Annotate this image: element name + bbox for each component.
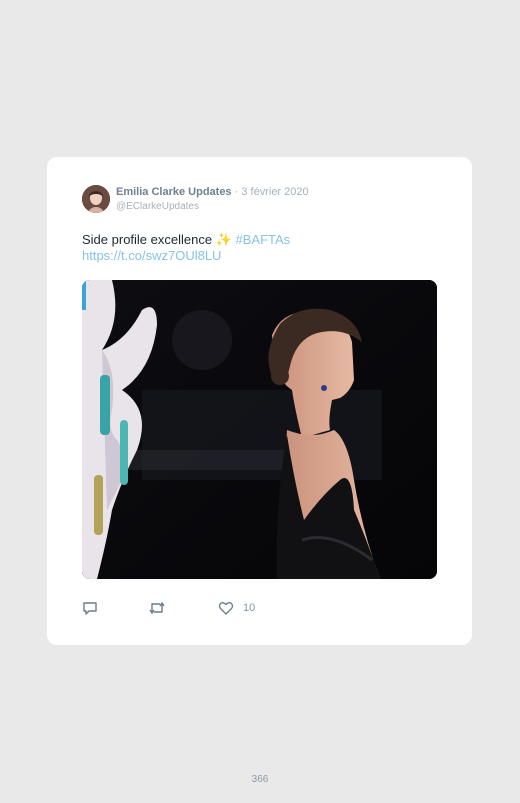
tweet-photo[interactable]: [82, 280, 437, 579]
hashtag-link[interactable]: #BAFTAs: [236, 232, 291, 247]
reply-icon: [83, 602, 97, 615]
sparkles-icon: ✨: [215, 232, 232, 247]
tweet-url-link[interactable]: https://t.co/swz7OUl8LU: [82, 248, 221, 263]
avatar[interactable]: [82, 185, 110, 213]
tweet-body: Side profile excellence: [82, 232, 213, 247]
author-row: Emilia Clarke Updates · 3 février 2020: [116, 186, 309, 198]
tweet-date[interactable]: 3 février 2020: [241, 186, 308, 198]
tweet-card: Emilia Clarke Updates · 3 février 2020 @…: [47, 157, 472, 645]
avatar-image: [82, 185, 110, 213]
retweet-icon: [149, 601, 165, 615]
like-count: 10: [243, 602, 256, 614]
red-carpet-photo: [82, 280, 437, 579]
heart-icon: [218, 602, 234, 615]
retweet-button[interactable]: [148, 599, 166, 617]
page-number: 366: [251, 774, 269, 785]
author-name[interactable]: Emilia Clarke Updates: [116, 186, 232, 198]
like-button[interactable]: 10: [218, 599, 255, 617]
date-separator: ·: [234, 186, 239, 198]
reply-button[interactable]: [82, 599, 98, 617]
tweet-text: Side profile excellence ✨ #BAFTAs https:…: [82, 232, 442, 264]
author-handle[interactable]: @EClarkeUpdates: [116, 201, 199, 212]
